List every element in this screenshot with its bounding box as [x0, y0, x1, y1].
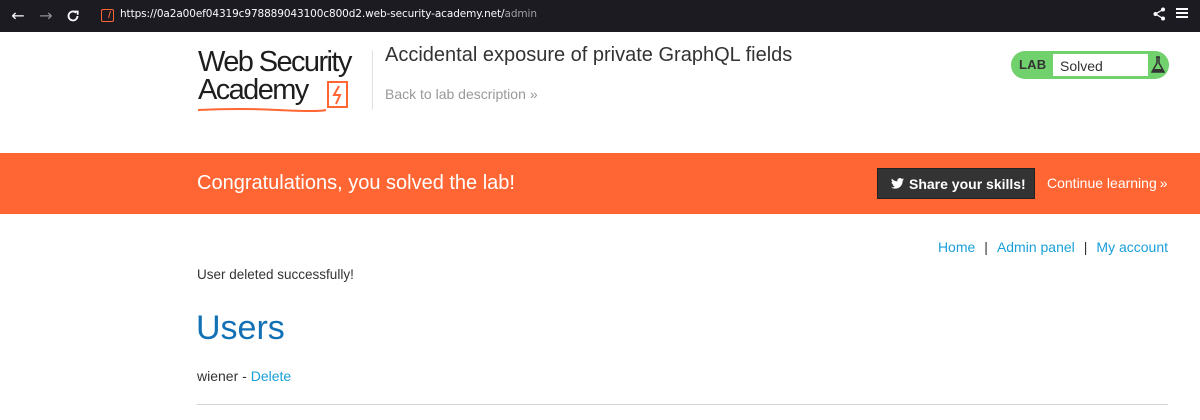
- logo-line-1: Web Security: [198, 46, 352, 78]
- address-bar[interactable]: https://0a2a00ef04319c978889043100c800d2…: [92, 3, 1182, 29]
- share-skills-label: Share your skills!: [909, 176, 1026, 192]
- home-link[interactable]: Home: [938, 239, 975, 255]
- twitter-icon: [891, 178, 904, 189]
- double-chevron-right-icon: »: [1159, 175, 1168, 191]
- status-message: User deleted successfully!: [197, 267, 354, 282]
- delete-user-link[interactable]: Delete: [251, 368, 291, 384]
- top-nav: Home | Admin panel | My account: [938, 239, 1168, 255]
- back-to-description-link[interactable]: Back to lab description»: [385, 86, 538, 102]
- header-divider: [372, 50, 373, 110]
- continue-learning-label: Continue learning: [1047, 175, 1157, 191]
- double-chevron-right-icon: »: [529, 86, 538, 102]
- lab-badge-label: LAB: [1019, 57, 1047, 72]
- lab-title: Accidental exposure of private GraphQL f…: [385, 44, 793, 66]
- academy-logo[interactable]: Web Security Academy: [198, 48, 373, 114]
- arrow-right-icon[interactable]: →: [36, 6, 56, 26]
- lab-status-text: Solved: [1060, 58, 1103, 74]
- solved-banner: Congratulations, you solved the lab! Sha…: [0, 153, 1200, 214]
- browser-toolbar: ← → https://0a2a00ef04319c978889043100c8…: [0, 0, 1200, 32]
- flask-icon: [1151, 56, 1165, 73]
- site-favicon-icon: [101, 9, 114, 22]
- logo-underline: [198, 108, 327, 112]
- admin-panel-link[interactable]: Admin panel: [997, 239, 1075, 255]
- continue-learning-link[interactable]: Continue learning»: [1047, 175, 1168, 191]
- nav-separator: |: [984, 239, 988, 255]
- horizontal-divider: [197, 404, 1168, 405]
- lab-status-box: Solved: [1052, 53, 1149, 77]
- url-text: https://0a2a00ef04319c978889043100c800d2…: [120, 8, 537, 20]
- users-heading: Users: [196, 309, 285, 347]
- congratulations-message: Congratulations, you solved the lab!: [197, 172, 515, 194]
- menu-icon[interactable]: [1176, 5, 1188, 24]
- user-name: wiener: [197, 368, 239, 384]
- my-account-link[interactable]: My account: [1096, 239, 1168, 255]
- user-list-item: wiener - Delete: [197, 368, 291, 384]
- arrow-left-icon[interactable]: ←: [8, 6, 28, 26]
- back-link-label: Back to lab description: [385, 86, 526, 102]
- lab-status-badge: LAB Solved: [1011, 51, 1169, 79]
- nav-separator: |: [1083, 239, 1088, 255]
- logo-line-2: Academy: [198, 74, 309, 106]
- user-separator: -: [238, 368, 251, 384]
- reload-icon[interactable]: [63, 6, 83, 26]
- share-skills-button[interactable]: Share your skills!: [877, 168, 1035, 199]
- lightning-bolt-icon: [327, 81, 348, 108]
- share-icon[interactable]: [1153, 7, 1166, 24]
